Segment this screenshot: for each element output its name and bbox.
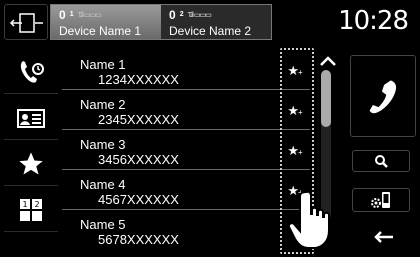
contact-list: Name 1 1234XXXXXX ★+ Name 2 2345XXXXXX ★… (62, 44, 310, 257)
search-icon (375, 155, 388, 168)
dialpad-icon: 1 2 (20, 198, 42, 221)
device-number: 0 (59, 7, 66, 22)
device-slot: 1 (69, 11, 74, 18)
contact-name: Name 3 (80, 137, 126, 152)
star-plus-icon: ★+ (287, 103, 303, 118)
add-favorite-button[interactable]: ★+ (280, 54, 310, 88)
signal-battery-icon: T.il ▭▭▭ (187, 11, 212, 19)
scrollbar-thumb[interactable] (321, 70, 331, 127)
list-item[interactable]: Name 2 2345XXXXXX ★+ (62, 90, 310, 130)
list-item[interactable]: Name 1 1234XXXXXX ★+ (62, 50, 310, 90)
sidebar-item-dialpad[interactable]: 1 2 (4, 188, 58, 232)
device-tab-1[interactable]: 0 1 T.il ▭▭▭ Device Name 1 (51, 5, 161, 39)
list-item[interactable]: Name 4 4567XXXXXX ★+ (62, 170, 310, 210)
svg-text:1: 1 (22, 200, 27, 209)
phone-handset-icon (369, 80, 397, 114)
sidebar-item-recent-calls[interactable] (4, 50, 58, 94)
chevron-up-icon (320, 56, 336, 66)
contact-number: 4567XXXXXX (98, 192, 179, 207)
phone-settings-button[interactable] (352, 188, 410, 212)
device-number: 0 (169, 7, 176, 22)
signal-battery-icon: T.il ▭▭▭ (77, 11, 102, 19)
device-slot: 2 (179, 11, 184, 18)
phone-settings-icon (371, 192, 390, 208)
star-icon (19, 151, 43, 174)
device-tab-2[interactable]: 0 2 T.il ▭▭▭ Device Name 2 (161, 5, 271, 39)
exit-source-button[interactable] (4, 4, 48, 40)
device-tabs: 0 1 T.il ▭▭▭ Device Name 1 0 2 T.il ▭▭▭ … (50, 4, 272, 40)
contact-number: 1234XXXXXX (98, 72, 179, 87)
contact-name: Name 2 (80, 97, 126, 112)
call-button[interactable] (350, 55, 416, 137)
back-button[interactable] (362, 222, 406, 252)
add-favorite-button[interactable]: ★+ (280, 94, 310, 128)
recent-calls-icon (20, 60, 44, 83)
contact-number: 2345XXXXXX (98, 112, 179, 127)
search-button[interactable] (352, 150, 410, 172)
contact-number: 5678XXXXXX (98, 232, 179, 247)
scroll-up-button[interactable] (318, 54, 338, 68)
sidebar-item-contacts[interactable] (4, 96, 58, 140)
star-plus-icon: ★+ (287, 63, 303, 78)
contact-number: 3456XXXXXX (98, 152, 179, 167)
hand-pointer-icon (287, 190, 330, 249)
contact-name: Name 1 (80, 57, 126, 72)
clock: 10:28 (338, 6, 409, 36)
star-plus-icon: ★+ (287, 143, 303, 158)
svg-text:2: 2 (34, 200, 39, 209)
contact-name: Name 4 (80, 177, 126, 192)
contacts-card-icon (17, 108, 45, 128)
list-item[interactable]: Name 5 5678XXXXXX (62, 210, 310, 250)
device-name: Device Name 2 (169, 24, 252, 38)
add-favorite-button[interactable]: ★+ (280, 134, 310, 168)
list-item[interactable]: Name 3 3456XXXXXX ★+ (62, 130, 310, 170)
device-name: Device Name 1 (59, 24, 142, 38)
exit-icon (9, 13, 43, 33)
contact-name: Name 5 (80, 217, 126, 232)
back-arrow-icon (374, 231, 393, 243)
sidebar-item-favorites[interactable] (4, 142, 58, 186)
